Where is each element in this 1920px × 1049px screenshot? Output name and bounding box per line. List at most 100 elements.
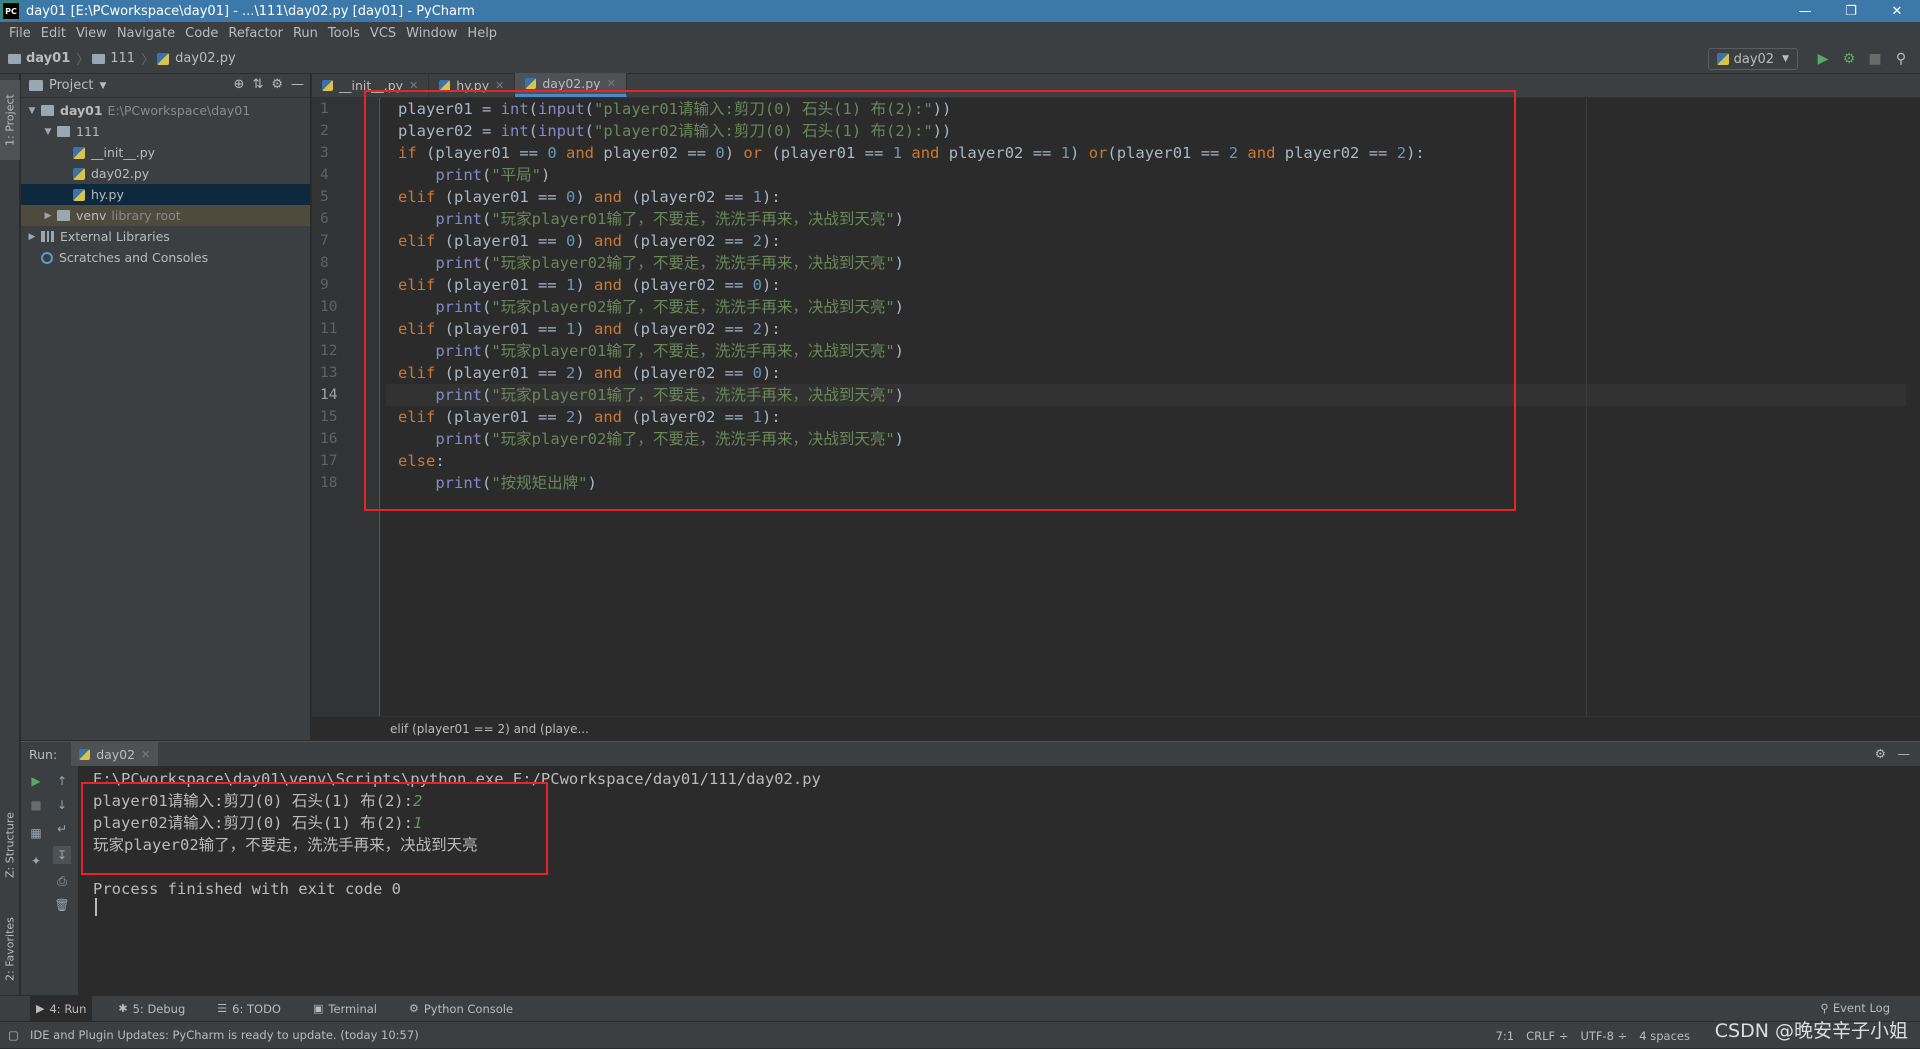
tab-structure-tool[interactable]: Z: Structure: [0, 800, 20, 890]
library-icon: [41, 231, 54, 242]
menu-item-run[interactable]: Run: [288, 26, 323, 41]
python-icon: [1716, 53, 1729, 65]
list-icon: ☰: [217, 1002, 228, 1015]
run-configuration-select[interactable]: day02 ▼: [1707, 48, 1798, 70]
tab-project-tool[interactable]: 1: Project: [0, 80, 20, 160]
chevron-down-icon[interactable]: ▼: [99, 81, 106, 91]
breadcrumb-folder[interactable]: 111: [92, 51, 135, 66]
bug-icon: ✱: [118, 1002, 128, 1015]
down-arrow-icon[interactable]: ↓: [53, 796, 71, 814]
menu-item-refactor[interactable]: Refactor: [223, 26, 288, 41]
bottom-tab[interactable]: ✱ 5: Debug: [112, 996, 191, 1022]
status-bar: ▢ IDE and Plugin Updates: PyCharm is rea…: [0, 1021, 1920, 1048]
restore-button[interactable]: ❐: [1828, 0, 1874, 22]
breadcrumb-project[interactable]: day01: [8, 51, 70, 66]
gear-icon[interactable]: ⚙: [1875, 746, 1886, 761]
tree-item[interactable]: Scratches and Consoles: [21, 247, 310, 268]
chevron-right-icon[interactable]: ▶: [27, 232, 37, 242]
trash-icon[interactable]: 🗑: [53, 896, 71, 914]
tree-item-label: Scratches and Consoles: [59, 250, 209, 265]
tree-item-path: library root: [111, 208, 181, 223]
scroll-to-end-icon[interactable]: ↧: [53, 846, 71, 864]
indent-setting[interactable]: 4 spaces: [1639, 1029, 1690, 1043]
menu-bar: File Edit View Navigate Code Refactor Run Tools…: [0, 22, 1920, 44]
tree-item[interactable]: day02.py: [21, 163, 310, 184]
bottom-tab[interactable]: ☰ 6: TODO: [211, 996, 287, 1022]
tree-item-path: E:\PCworkspace\day01: [107, 103, 251, 118]
tree-item[interactable]: hy.py: [21, 184, 310, 205]
tree-item[interactable]: ▼ 111: [21, 121, 310, 142]
chevron-down-icon[interactable]: ▼: [27, 106, 37, 116]
folder-icon: [57, 210, 70, 221]
collapse-icon[interactable]: ⇅: [252, 77, 263, 92]
stop-icon[interactable]: ■: [1862, 46, 1888, 72]
minimize-button[interactable]: —: [1782, 0, 1828, 22]
print-icon[interactable]: ⎙: [53, 872, 71, 890]
line-separator[interactable]: CRLF ÷: [1526, 1029, 1568, 1043]
close-button[interactable]: ✕: [1874, 0, 1920, 22]
bottom-tab-label: 4: Run: [49, 1001, 87, 1016]
soft-wrap-icon[interactable]: ↵: [53, 820, 71, 838]
menu-item-navigate[interactable]: Navigate: [112, 26, 180, 41]
tree-item[interactable]: ▼ day01 E:\PCworkspace\day01: [21, 100, 310, 121]
tree-item[interactable]: __init__.py: [21, 142, 310, 163]
run-toolbar: ▶ ↑ ■ ↓ ↵ ▦ ↧ ✦ ⎙ 🗑: [21, 766, 79, 996]
rerun-icon[interactable]: ▶: [27, 772, 45, 790]
chevron-right-icon[interactable]: ▶: [43, 211, 53, 221]
run-icon: ▶: [36, 1002, 45, 1015]
layout-icon[interactable]: ▦: [27, 824, 45, 842]
tree-item-label: day01: [60, 103, 103, 118]
search-icon[interactable]: ⚲: [1888, 46, 1914, 72]
bottom-tab-label: Python Console: [423, 1001, 514, 1016]
tree-item-label: __init__.py: [91, 145, 156, 160]
project-view-select[interactable]: Project: [49, 78, 93, 93]
bottom-tab[interactable]: ⚙ Python Console: [403, 996, 519, 1022]
python-file-icon: [322, 79, 333, 91]
event-log-button[interactable]: ⚲ Event Log: [1820, 1001, 1890, 1015]
bottom-tab[interactable]: ▣ Terminal: [307, 996, 383, 1022]
run-tab-day02[interactable]: day02 ✕: [71, 742, 159, 766]
tree-item[interactable]: ▶ External Libraries: [21, 226, 310, 247]
tab-favorites-tool[interactable]: 2: Favorites: [0, 904, 20, 994]
hide-icon[interactable]: —: [1898, 746, 1911, 761]
bottom-tab[interactable]: ▶ 4: Run: [30, 995, 93, 1022]
menu-item-window[interactable]: Window: [401, 26, 462, 41]
menu-item-file[interactable]: File: [4, 26, 36, 41]
folder-icon: [92, 53, 106, 64]
locate-icon[interactable]: ⊕: [234, 77, 245, 92]
up-arrow-icon[interactable]: ↑: [53, 772, 71, 790]
file-encoding[interactable]: UTF-8 ÷: [1580, 1029, 1627, 1043]
status-message[interactable]: IDE and Plugin Updates: PyCharm is ready…: [30, 1028, 419, 1042]
status-toggle-icon[interactable]: ▢: [8, 1028, 19, 1042]
menu-item-help[interactable]: Help: [462, 26, 502, 41]
hide-icon[interactable]: —: [291, 77, 304, 92]
navigation-bar: day01 〉 111 〉 day02.py day02 ▼ ▶ ⚙ ■ ⚲: [0, 44, 1920, 74]
chevron-down-icon[interactable]: ▼: [43, 127, 53, 137]
menu-item-tools[interactable]: Tools: [323, 26, 365, 41]
folder-icon: [8, 53, 21, 64]
menu-item-code[interactable]: Code: [180, 26, 223, 41]
tree-item[interactable]: ▶ venv library root: [21, 205, 310, 226]
csdn-watermark: CSDN @晚安辛子小姐: [1714, 1020, 1908, 1042]
close-tab-icon[interactable]: ✕: [607, 77, 616, 90]
python-icon: ⚙: [409, 1002, 419, 1015]
caret-position[interactable]: 7:1: [1496, 1029, 1515, 1043]
menu-item-vcs[interactable]: VCS: [365, 26, 401, 41]
breadcrumb-file[interactable]: day02.py: [157, 51, 236, 66]
menu-item-view[interactable]: View: [71, 26, 112, 41]
stop-icon[interactable]: ■: [27, 796, 45, 814]
python-file-icon: [73, 167, 85, 180]
gear-icon[interactable]: ⚙: [271, 77, 283, 92]
console-exit: Process finished with exit code 0: [93, 880, 401, 898]
python-file-icon: [157, 52, 170, 65]
editor-breadcrumb[interactable]: elif (player01 == 2) and (playe...: [312, 716, 1920, 740]
tree-item-label: day02.py: [91, 166, 150, 181]
close-tab-icon[interactable]: ✕: [141, 748, 150, 761]
tree-item-label: 111: [76, 124, 100, 139]
python-file-icon: [73, 146, 85, 159]
run-icon[interactable]: ▶: [1810, 46, 1836, 72]
pin-icon[interactable]: ✦: [27, 852, 45, 870]
menu-item-edit[interactable]: Edit: [36, 26, 71, 41]
debug-icon[interactable]: ⚙: [1836, 46, 1862, 72]
project-panel-header: Project ▼ ⊕ ⇅ ⚙ —: [21, 74, 310, 98]
